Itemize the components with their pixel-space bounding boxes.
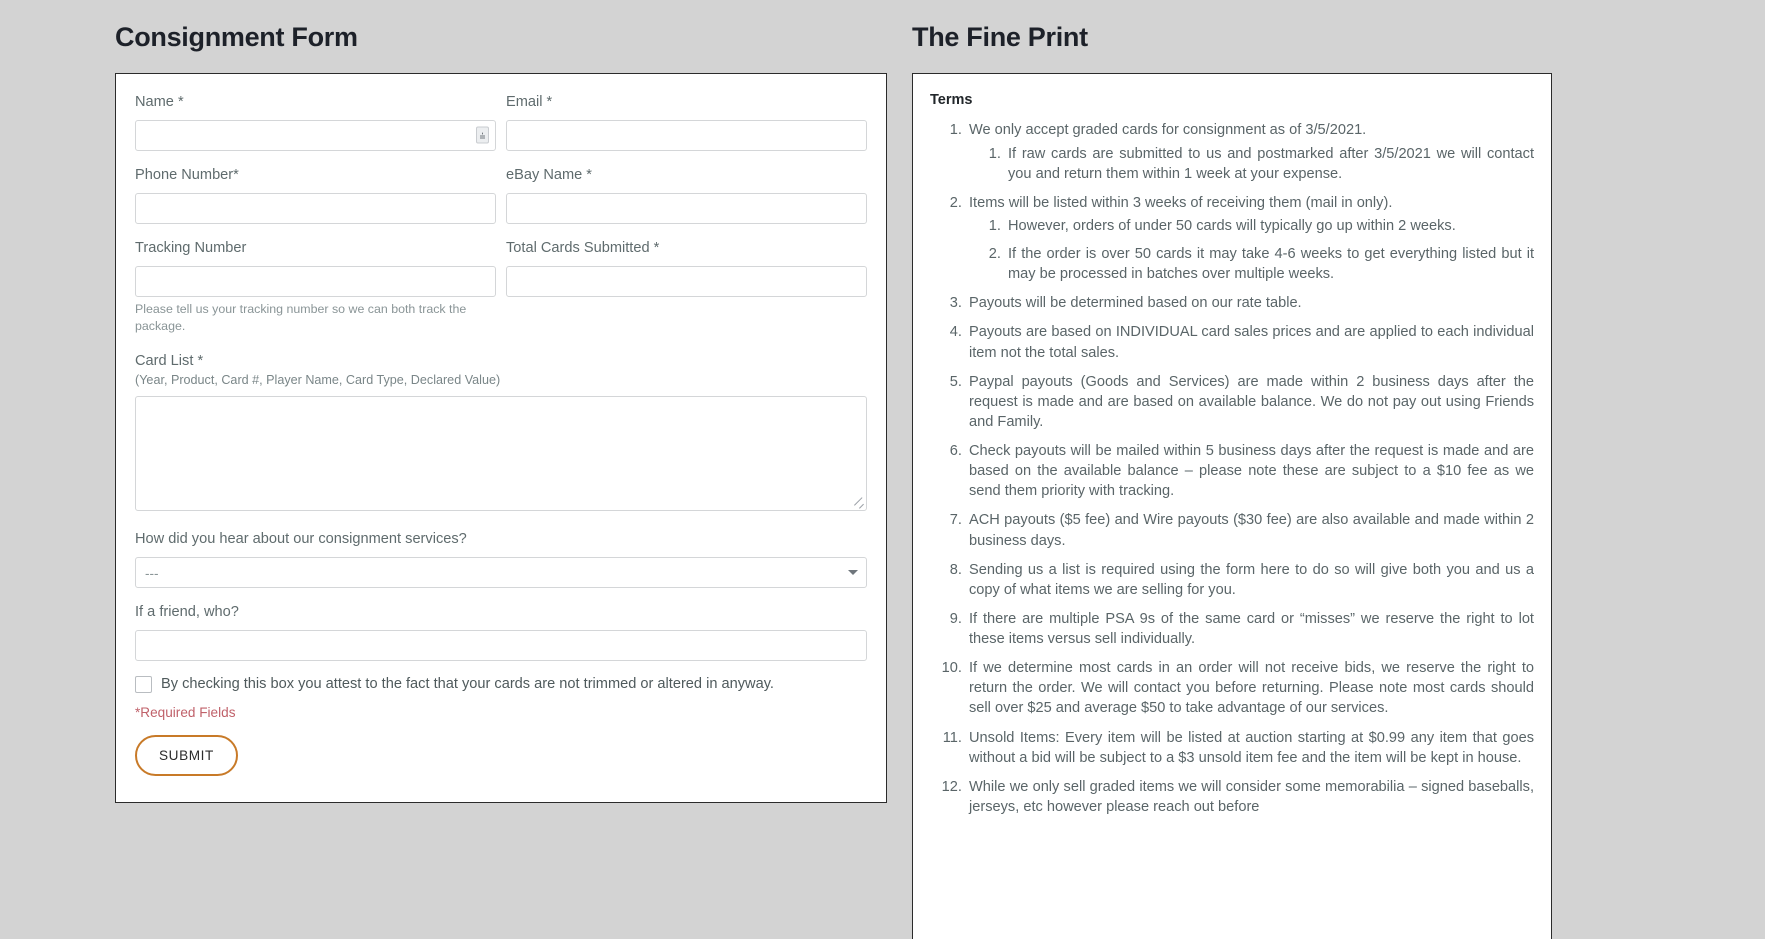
field-ebay-name: eBay Name * xyxy=(506,165,867,224)
terms-item: Sending us a list is required using the … xyxy=(966,560,1534,600)
terms-item: If there are multiple PSA 9s of the same… xyxy=(966,609,1534,649)
field-friend: If a friend, who? xyxy=(135,602,867,661)
consignment-form-column: Consignment Form Name * Email * Phone Nu… xyxy=(115,0,887,804)
terms-list: We only accept graded cards for consignm… xyxy=(930,120,1534,817)
phone-label: Phone Number* xyxy=(135,166,239,183)
terms-item-text: We only accept graded cards for consignm… xyxy=(969,122,1367,139)
referral-select-wrap[interactable]: --- xyxy=(135,556,867,588)
card-list-sublabel: (Year, Product, Card #, Player Name, Car… xyxy=(135,373,501,388)
referral-label: How did you hear about our consignment s… xyxy=(135,531,467,547)
tracking-label: Tracking Number xyxy=(135,239,247,256)
terms-item-text: Items will be listed within 3 weeks of r… xyxy=(969,194,1393,211)
total-cards-label: Total Cards Submitted * xyxy=(506,239,660,256)
page-root: Consignment Form Name * Email * Phone Nu… xyxy=(0,0,1765,939)
terms-item-text: If we determine most cards in an order w… xyxy=(969,660,1534,717)
field-tracking: Tracking Number Please tell us your trac… xyxy=(135,238,496,336)
required-fields-note: *Required Fields xyxy=(135,704,236,720)
card-list-label: Card List * xyxy=(135,353,204,370)
terms-item-text: Unsold Items: Every item will be listed … xyxy=(969,729,1534,766)
terms-item: Unsold Items: Every item will be listed … xyxy=(966,728,1534,768)
attest-checkbox-row[interactable]: By checking this box you attest to the f… xyxy=(135,675,867,694)
terms-item: Paypal payouts (Goods and Services) are … xyxy=(966,372,1534,432)
field-referral: How did you hear about our consignment s… xyxy=(135,529,867,588)
terms-item: If we determine most cards in an order w… xyxy=(966,658,1534,718)
terms-item: Payouts will be determined based on our … xyxy=(966,293,1534,313)
terms-item: ACH payouts ($5 fee) and Wire payouts ($… xyxy=(966,510,1534,550)
form-row-name-email: Name * Email * xyxy=(135,92,867,151)
fine-print-column: The Fine Print Terms We only accept grad… xyxy=(912,0,1552,939)
referral-select[interactable]: --- xyxy=(135,556,867,588)
friend-input[interactable] xyxy=(135,629,867,661)
field-name: Name * xyxy=(135,92,496,151)
phone-input[interactable] xyxy=(135,192,496,224)
name-label: Name * xyxy=(135,94,184,111)
ebay-name-input[interactable] xyxy=(506,192,867,224)
page-title: Consignment Form xyxy=(115,22,358,52)
terms-subitem: If raw cards are submitted to us and pos… xyxy=(1005,144,1534,184)
submit-button[interactable]: SUBMIT xyxy=(135,735,238,777)
email-input[interactable] xyxy=(506,119,867,151)
terms-item-text: Sending us a list is required using the … xyxy=(969,561,1534,598)
terms-item-text: Check payouts will be mailed within 5 bu… xyxy=(969,443,1534,500)
email-label: Email * xyxy=(506,94,553,111)
terms-item: Check payouts will be mailed within 5 bu… xyxy=(966,441,1534,501)
form-row-phone-ebay: Phone Number* eBay Name * xyxy=(135,165,867,224)
terms-item-text: If there are multiple PSA 9s of the same… xyxy=(969,610,1534,648)
attest-checkbox[interactable] xyxy=(135,675,152,693)
tracking-helper-text: Please tell us your tracking number so w… xyxy=(135,301,467,334)
terms-item-text: Paypal payouts (Goods and Services) are … xyxy=(969,373,1534,430)
terms-item-text: ACH payouts ($5 fee) and Wire payouts ($… xyxy=(969,512,1534,549)
field-phone: Phone Number* xyxy=(135,165,496,224)
card-list-textarea-wrap xyxy=(135,396,867,511)
terms-card: Terms We only accept graded cards for co… xyxy=(912,73,1552,939)
terms-subitem: If the order is over 50 cards it may tak… xyxy=(1005,244,1534,284)
terms-item: While we only sell graded items we will … xyxy=(966,777,1534,817)
terms-item: We only accept graded cards for consignm… xyxy=(966,120,1534,183)
terms-item-text: While we only sell graded items we will … xyxy=(969,778,1534,815)
terms-item-text: Payouts are based on INDIVIDUAL card sal… xyxy=(969,324,1534,361)
name-input-wrap xyxy=(135,119,496,151)
total-cards-input[interactable] xyxy=(506,265,867,297)
name-input[interactable] xyxy=(135,119,496,151)
terms-item: Payouts are based on INDIVIDUAL card sal… xyxy=(966,322,1534,362)
tracking-input[interactable] xyxy=(135,265,496,297)
field-total-cards: Total Cards Submitted * xyxy=(506,238,867,336)
terms-subitem-list: If raw cards are submitted to us and pos… xyxy=(969,144,1534,184)
consignment-form-card: Name * Email * Phone Number* eBay Name *… xyxy=(115,73,887,804)
contact-card-icon xyxy=(476,126,489,144)
form-row-tracking-total: Tracking Number Please tell us your trac… xyxy=(135,238,867,336)
field-email: Email * xyxy=(506,92,867,151)
field-card-list: Card List * (Year, Product, Card #, Play… xyxy=(135,351,867,511)
friend-label: If a friend, who? xyxy=(135,603,239,620)
chevron-down-icon xyxy=(848,570,858,576)
ebay-name-label: eBay Name * xyxy=(506,166,592,183)
terms-item: Items will be listed within 3 weeks of r… xyxy=(966,193,1534,285)
attest-checkbox-label: By checking this box you attest to the f… xyxy=(161,675,774,692)
card-list-textarea[interactable] xyxy=(135,396,867,511)
terms-heading: Terms xyxy=(930,92,973,109)
terms-subitem: However, orders of under 50 cards will t… xyxy=(1005,216,1534,236)
terms-subitem-list: However, orders of under 50 cards will t… xyxy=(969,216,1534,284)
terms-item-text: Payouts will be determined based on our … xyxy=(969,295,1302,312)
fine-print-title: The Fine Print xyxy=(912,22,1088,52)
